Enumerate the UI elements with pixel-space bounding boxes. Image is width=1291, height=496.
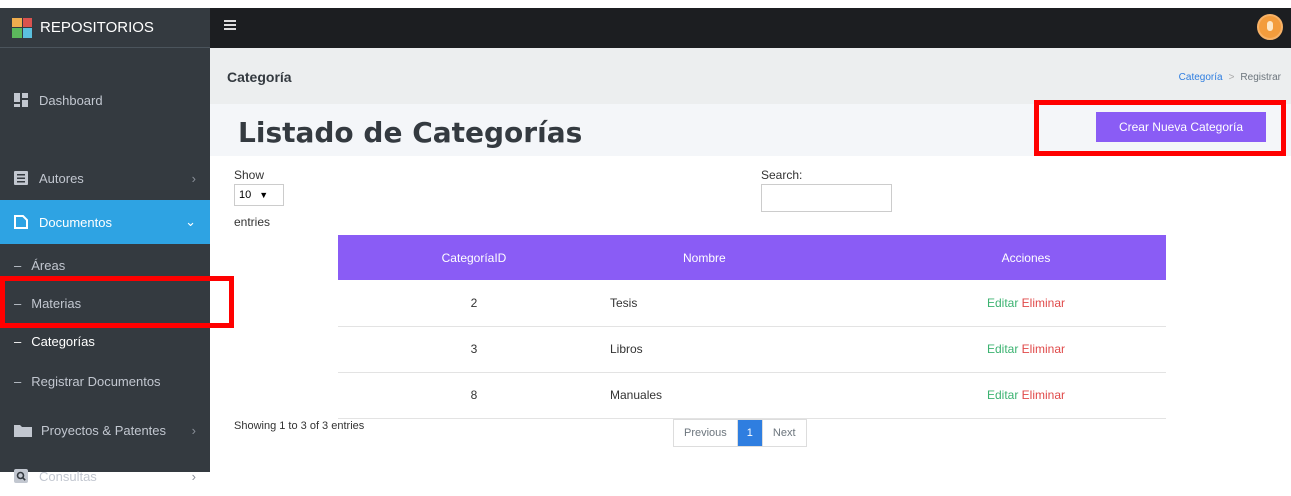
cell-name: Libros [610, 326, 886, 373]
cell-actions: Editar Eliminar [886, 326, 1166, 373]
sidebar-item-label: Documentos [39, 214, 112, 230]
page-heading: Categoría [227, 69, 292, 85]
folder-icon [13, 422, 33, 438]
breadcrumb: Categoría > Registrar [1179, 72, 1281, 83]
sidebar-item-label: Materias [31, 295, 82, 311]
delete-link[interactable]: Eliminar [1022, 296, 1065, 310]
show-label: Show [234, 168, 265, 182]
page-size-select[interactable]: 10 ▼ [234, 184, 284, 206]
title-band: Listado de Categorías Crear Nueva Catego… [210, 104, 1291, 156]
sidebar-item-label: Autores [39, 170, 84, 186]
table-row: 3 Libros Editar Eliminar [338, 326, 1166, 373]
page-size-value: 10 [239, 189, 252, 201]
column-header-id[interactable]: CategoríaID [338, 235, 610, 280]
sidebar-item-label: Dashboard [39, 92, 103, 108]
dash-icon: – [14, 257, 22, 273]
edit-link[interactable]: Editar [987, 296, 1018, 310]
top-navbar [210, 8, 1291, 48]
cell-id: 2 [338, 280, 610, 327]
sidebar-item-label: Registrar Documentos [31, 373, 161, 389]
sidebar-item-label: Categorías [31, 333, 95, 349]
chevron-down-icon: ⌄ [185, 214, 196, 229]
sidebar-item-label: Consultas [39, 468, 97, 484]
content-header: Categoría Categoría > Registrar [210, 48, 1291, 104]
sidebar-item-autores[interactable]: Autores › [0, 156, 210, 200]
table-row: 2 Tesis Editar Eliminar [338, 280, 1166, 327]
dash-icon: – [14, 373, 22, 389]
cell-id: 8 [338, 372, 610, 419]
cell-name: Manuales [610, 372, 886, 419]
entries-label: entries [234, 215, 271, 229]
breadcrumb-current: Registrar [1240, 72, 1281, 83]
dash-icon: – [14, 295, 22, 311]
dash-icon: – [14, 333, 22, 349]
sidebar-item-label: Proyectos & Patentes [41, 422, 167, 438]
sidebar: REPOSITORIOS Dashboard Autores › Documen… [0, 8, 210, 484]
sidebar-subitem-categorias[interactable]: – Categorías [0, 322, 210, 360]
chevron-right-icon: › [191, 468, 196, 484]
edit-link[interactable]: Editar [987, 342, 1018, 356]
sidebar-item-documentos[interactable]: Documentos ⌄ [0, 200, 210, 244]
search-label: Search: [761, 168, 803, 182]
column-header-name[interactable]: Nombre [610, 235, 886, 280]
list-icon [13, 170, 31, 186]
chevron-down-icon: ▼ [259, 190, 269, 200]
user-avatar[interactable] [1257, 14, 1283, 40]
pagination-page-current[interactable]: 1 [736, 420, 762, 446]
brand-name: REPOSITORIOS [40, 19, 154, 36]
table-row: 8 Manuales Editar Eliminar [338, 372, 1166, 419]
page-title: Listado de Categorías [238, 116, 583, 149]
edit-link[interactable]: Editar [987, 388, 1018, 402]
cut-off-heading [0, 0, 1291, 8]
categories-table: CategoríaID Nombre Acciones 2 Tesis Edit… [338, 235, 1166, 419]
create-category-button[interactable]: Crear Nueva Categoría [1096, 112, 1266, 142]
delete-link[interactable]: Eliminar [1022, 342, 1065, 356]
sidebar-subitem-materias[interactable]: – Materias [0, 284, 210, 322]
chevron-right-icon: › [191, 170, 196, 186]
column-header-actions[interactable]: Acciones [886, 235, 1166, 280]
chevron-right-icon: › [191, 422, 196, 438]
hamburger-menu-icon[interactable] [224, 20, 236, 30]
sidebar-item-label: Áreas [31, 257, 66, 273]
sidebar-subitem-registrar-documentos[interactable]: – Registrar Documentos [0, 362, 210, 400]
brand[interactable]: REPOSITORIOS [0, 8, 210, 48]
search-icon [13, 468, 31, 484]
pagination: Previous 1 Next [673, 419, 807, 447]
table-info: Showing 1 to 3 of 3 entries [234, 420, 365, 432]
pagination-next[interactable]: Next [761, 420, 806, 446]
breadcrumb-separator-icon: > [1228, 72, 1235, 83]
pagination-previous[interactable]: Previous [674, 420, 737, 446]
document-icon [13, 214, 31, 230]
brand-logo-icon [12, 17, 32, 38]
sidebar-subitem-areas[interactable]: – Áreas [0, 246, 210, 284]
dashboard-icon [13, 92, 31, 108]
cell-actions: Editar Eliminar [886, 372, 1166, 419]
sidebar-item-consultas[interactable]: Consultas › [0, 456, 210, 496]
sidebar-item-proyectos-patentes[interactable]: Proyectos & Patentes › [0, 410, 210, 450]
search-input[interactable] [761, 184, 892, 212]
cell-actions: Editar Eliminar [886, 280, 1166, 327]
cell-id: 3 [338, 326, 610, 373]
breadcrumb-link-categoria[interactable]: Categoría [1179, 72, 1223, 83]
sidebar-item-dashboard[interactable]: Dashboard [0, 80, 210, 120]
cell-name: Tesis [610, 280, 886, 327]
delete-link[interactable]: Eliminar [1022, 388, 1065, 402]
table-header-row: CategoríaID Nombre Acciones [338, 235, 1166, 280]
